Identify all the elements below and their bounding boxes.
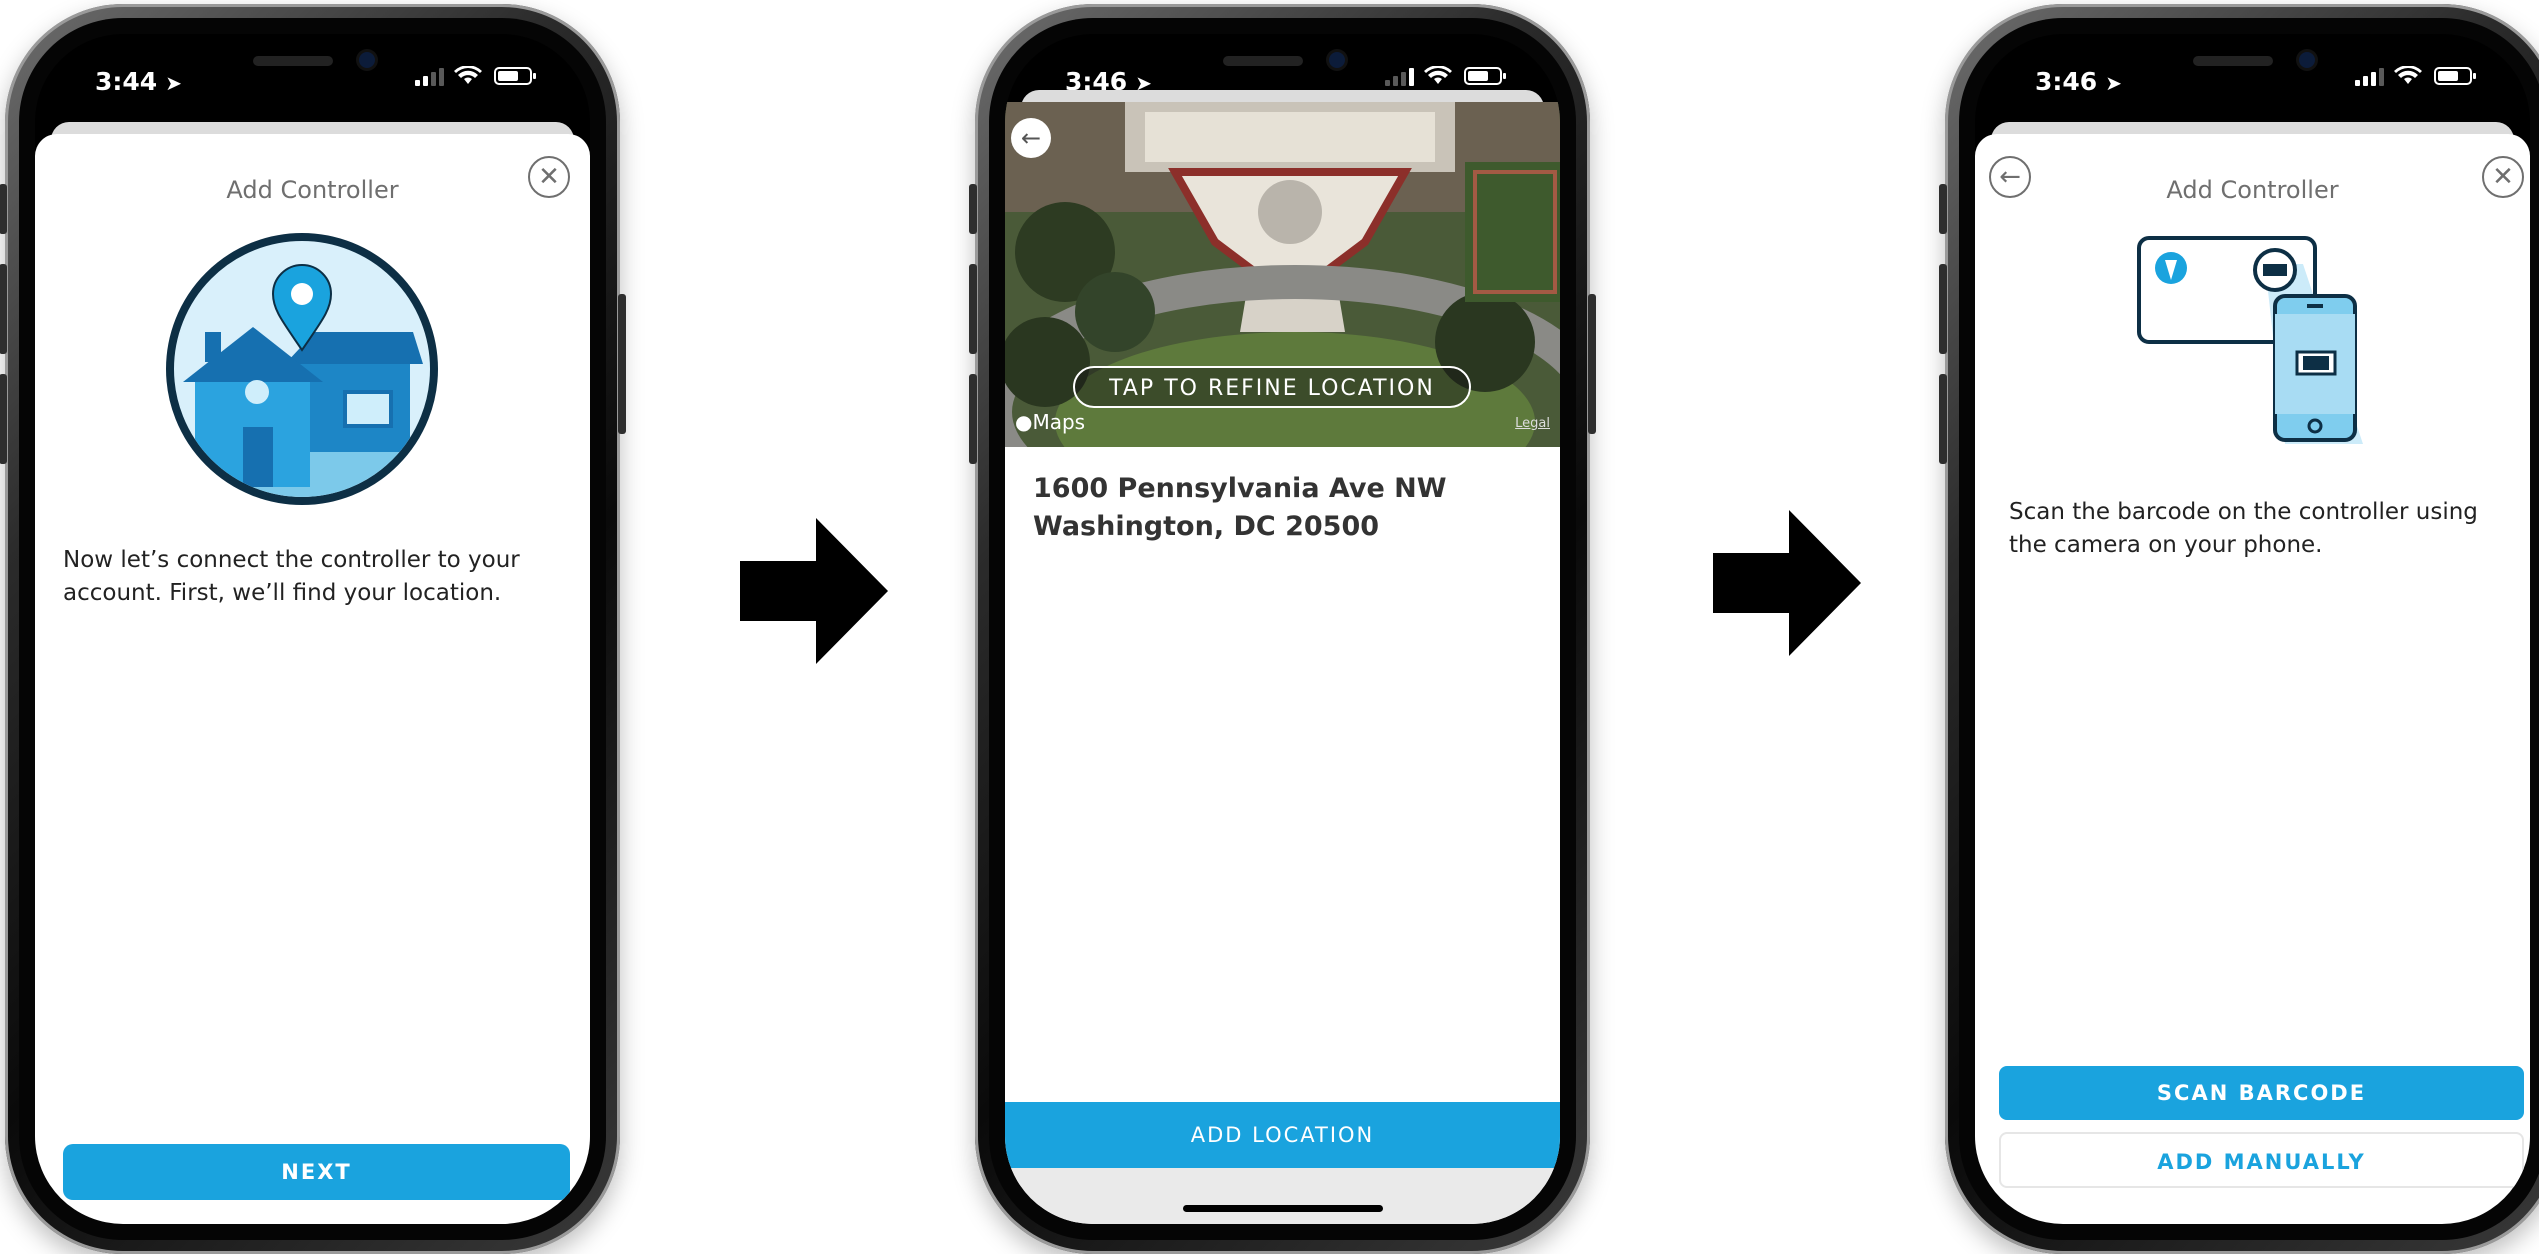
address-line-2: Washington, DC 20500 — [1033, 511, 1380, 542]
satellite-map[interactable]: ← TAP TO REFINE LOCATION ●Maps Legal — [1005, 102, 1560, 447]
back-arrow-icon[interactable]: ← — [1011, 118, 1051, 158]
signal-icon — [415, 66, 444, 86]
status-time: 3:46 ➤ — [2035, 67, 2122, 96]
signal-icon — [1385, 66, 1414, 86]
maps-attribution: ●Maps — [1015, 410, 1086, 434]
scan-barcode-illustration — [2135, 234, 2375, 444]
modal-card: ← Add Controller ✕ Scan the barcode on t… — [1975, 134, 2530, 1224]
instruction-text: Now let’s connect the controller to your… — [63, 547, 520, 606]
wifi-icon — [2394, 66, 2424, 86]
phone-mockup-3: 3:46 ➤ ← Add Controller ✕ Scan the barco… — [1939, 4, 2539, 1254]
scan-barcode-button[interactable]: SCAN BARCODE — [1999, 1066, 2524, 1120]
battery-icon — [2434, 67, 2476, 85]
status-time: 3:44 ➤ — [95, 67, 182, 96]
status-bar: 3:46 ➤ — [1975, 34, 2530, 134]
battery-icon — [1464, 67, 1506, 85]
location-card: ← TAP TO REFINE LOCATION ●Maps Legal 160… — [1005, 102, 1560, 1224]
screen-add-controller-location: 3:44 ➤ Add Controller ✕ Now let’s connec… — [35, 34, 590, 1224]
wifi-icon — [454, 66, 484, 86]
page-title: Add Controller — [2166, 176, 2339, 204]
phone-mockup-2: 3:46 ➤ ← TAP TO REFINE LOCATION ●Maps Le… — [969, 4, 1596, 1254]
refine-location-button[interactable]: TAP TO REFINE LOCATION — [1073, 366, 1471, 408]
screen-scan-barcode: 3:46 ➤ ← Add Controller ✕ Scan the barco… — [1975, 34, 2530, 1224]
right-arrow-icon — [1713, 510, 1861, 656]
legal-link[interactable]: Legal — [1515, 416, 1550, 431]
next-button[interactable]: NEXT — [63, 1144, 570, 1200]
screen-confirm-location: 3:46 ➤ ← TAP TO REFINE LOCATION ●Maps Le… — [1005, 34, 1560, 1224]
phone-mockup-1: 3:44 ➤ Add Controller ✕ Now let’s connec… — [0, 4, 626, 1254]
home-indicator[interactable] — [1182, 1205, 1383, 1212]
add-location-button[interactable]: ADD LOCATION — [1005, 1102, 1560, 1168]
add-manually-button[interactable]: ADD MANUALLY — [1999, 1132, 2524, 1188]
address-line-1: 1600 Pennsylvania Ave NW — [1033, 473, 1447, 504]
page-title: Add Controller — [226, 176, 399, 204]
status-bar: 3:44 ➤ — [35, 34, 590, 134]
right-arrow-icon — [740, 518, 888, 664]
close-icon[interactable]: ✕ — [2482, 156, 2524, 198]
instruction-text: Scan the barcode on the controller using… — [2009, 499, 2478, 558]
house-location-illustration — [165, 232, 439, 506]
address-text: 1600 Pennsylvania Ave NW Washington, DC … — [1033, 470, 1447, 546]
wifi-icon — [1424, 66, 1454, 86]
modal-card: Add Controller ✕ Now let’s connect the c… — [35, 134, 590, 1224]
battery-icon — [494, 67, 536, 85]
signal-icon — [2355, 66, 2384, 86]
apple-logo-icon: ● — [1015, 410, 1033, 434]
close-icon[interactable]: ✕ — [528, 156, 570, 198]
